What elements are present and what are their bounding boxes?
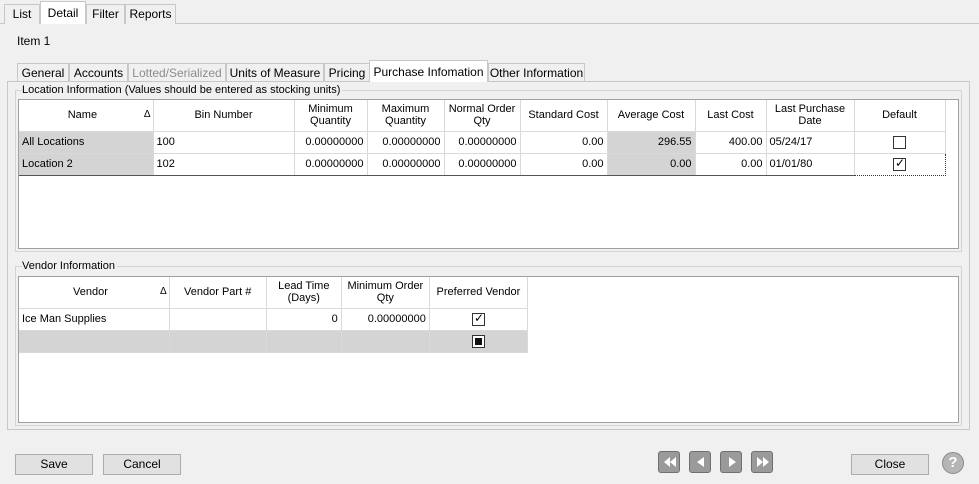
help-icon[interactable]: ? [942,452,964,474]
default-cell[interactable] [853,152,946,176]
tab-reports[interactable]: Reports [125,4,176,24]
vendor-cell[interactable] [19,330,170,353]
last-record-icon [757,457,769,467]
col-header-bin-number[interactable]: Bin Number [153,100,295,132]
col-header-average-cost[interactable]: Average Cost [607,100,696,132]
vendor-part-cell[interactable] [169,308,267,331]
minimum-order-qty-cell[interactable]: 0.00000000 [341,308,430,331]
tab-filter[interactable]: Filter [86,4,125,24]
vendor-cell[interactable]: Ice Man Supplies [19,308,170,331]
tab-other-information[interactable]: Other Information [488,63,585,82]
tab-lotted-serialized: Lotted/Serialized [128,63,226,82]
default-checkbox[interactable] [893,135,906,149]
tab-purchase-information[interactable]: Purchase Infomation [369,60,488,82]
standard-cost-cell[interactable]: 0.00 [520,131,608,154]
default-checkbox[interactable] [893,156,906,171]
sort-ascending-icon: Δ [159,286,167,298]
tab-detail[interactable]: Detail [40,1,86,24]
preferred-vendor-cell[interactable] [429,330,529,353]
col-header-maximum-quantity[interactable]: Maximum Quantity [367,100,445,132]
lead-time-cell[interactable]: 0 [266,308,342,331]
preferred-vendor-cell[interactable] [429,308,529,331]
table-row[interactable]: Ice Man Supplies 0 0.00000000 [19,308,529,331]
col-header-lead-time[interactable]: Lead Time (Days) [266,277,342,309]
vendor-grid[interactable]: Vendor Δ Vendor Part # Lead Time (Days) M… [18,276,959,423]
last-purchase-date-cell[interactable]: 01/01/80 [766,152,855,176]
last-cost-cell[interactable]: 0.00 [695,152,767,176]
lead-time-cell[interactable] [266,330,342,353]
next-record-button[interactable] [720,451,742,473]
col-header-default[interactable]: Default [854,100,946,132]
standard-cost-cell[interactable]: 0.00 [520,152,608,176]
location-name-cell: All Locations [19,131,154,154]
tab-accounts[interactable]: Accounts [69,63,128,82]
sort-ascending-icon: Δ [143,109,151,121]
col-header-last-cost[interactable]: Last Cost [695,100,767,132]
col-header-vendor[interactable]: Vendor Δ [19,277,170,309]
location-group-label: Location Information (Values should be e… [22,84,343,96]
preferred-vendor-checkbox[interactable] [471,311,485,326]
normal-order-qty-cell[interactable]: 0.00000000 [444,131,521,154]
col-header-minimum-quantity[interactable]: Minimum Quantity [294,100,368,132]
col-header-minimum-order-qty[interactable]: Minimum Order Qty [341,277,430,309]
last-cost-cell[interactable]: 400.00 [695,131,767,154]
tab-pricing[interactable]: Pricing [324,63,370,82]
new-row[interactable] [19,330,529,353]
first-record-icon [664,457,676,467]
col-header-standard-cost[interactable]: Standard Cost [520,100,608,132]
cancel-button[interactable]: Cancel [103,454,181,475]
minimum-order-qty-cell[interactable] [341,330,430,353]
col-header-normal-order-qty[interactable]: Normal Order Qty [444,100,521,132]
average-cost-cell: 296.55 [607,131,696,154]
vendor-group-label: Vendor Information [22,260,117,272]
col-header-last-purchase-date[interactable]: Last Purchase Date [766,100,855,132]
maximum-quantity-cell[interactable]: 0.00000000 [367,131,445,154]
tab-list[interactable]: List [4,4,40,24]
previous-record-button[interactable] [689,451,711,473]
average-cost-cell: 0.00 [607,152,696,176]
bin-number-cell[interactable]: 102 [153,152,295,176]
save-button[interactable]: Save [15,454,93,475]
item-title: Item 1 [17,34,51,48]
maximum-quantity-cell[interactable]: 0.00000000 [367,152,445,176]
last-record-button[interactable] [751,451,773,473]
previous-record-icon [697,457,704,467]
table-row[interactable]: Location 2 102 0.00000000 0.00000000 0.0… [19,152,946,176]
first-record-button[interactable] [658,451,680,473]
last-purchase-date-cell[interactable]: 05/24/17 [766,131,855,154]
default-cell[interactable] [854,131,946,154]
col-header-name[interactable]: Name Δ [19,100,154,132]
top-tab-strip: List Detail Filter Reports [0,0,979,24]
col-header-vendor-part[interactable]: Vendor Part # [169,277,267,309]
vendor-part-cell[interactable] [169,330,267,353]
close-button[interactable]: Close [851,454,929,475]
col-header-preferred-vendor[interactable]: Preferred Vendor [429,277,529,309]
bin-number-cell[interactable]: 100 [153,131,295,154]
preferred-vendor-checkbox[interactable] [471,334,485,348]
tab-general[interactable]: General [17,63,69,82]
next-record-icon [729,457,736,467]
tab-units-of-measure[interactable]: Units of Measure [226,63,324,82]
location-name-cell: Location 2 [19,152,154,176]
location-grid[interactable]: Name Δ Bin Number Minimum Quantity Maximu… [18,99,959,249]
minimum-quantity-cell[interactable]: 0.00000000 [294,131,368,154]
normal-order-qty-cell[interactable]: 0.00000000 [444,152,521,176]
minimum-quantity-cell[interactable]: 0.00000000 [294,152,368,176]
table-row[interactable]: All Locations 100 0.00000000 0.00000000 … [19,131,946,154]
